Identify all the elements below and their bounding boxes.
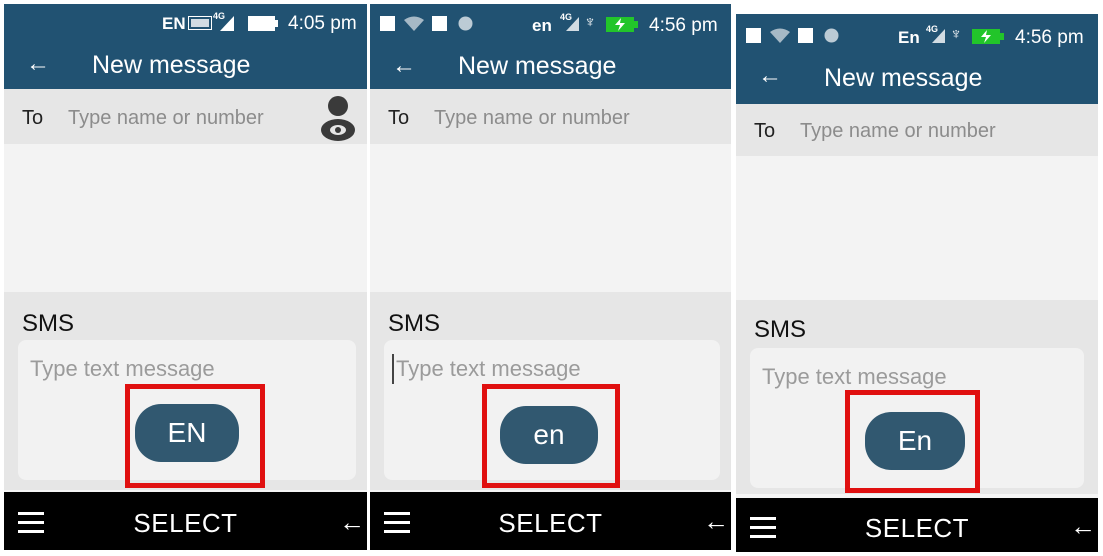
app-bar: ← New message <box>4 42 367 89</box>
message-placeholder: Type text message <box>396 356 581 381</box>
recipient-row[interactable]: To Type name or number <box>736 104 1098 156</box>
battery-icon <box>248 16 278 31</box>
phone-screen-2: en 4G ♆ 4:56 pm ← New message To Type na… <box>370 4 731 550</box>
usb-icon: ♆ <box>584 14 596 31</box>
recipients-area <box>4 144 367 292</box>
contact-picker-icon[interactable] <box>319 94 357 142</box>
usb-icon: ♆ <box>950 26 962 43</box>
notification-icon <box>432 16 447 31</box>
recipient-label: To <box>754 120 776 142</box>
notification-icon <box>746 28 761 43</box>
recipients-area <box>736 156 1098 300</box>
recipient-row[interactable]: To Type name or number <box>4 89 367 144</box>
recipient-label: To <box>22 107 44 129</box>
status-language: EN <box>162 14 186 33</box>
notification-icon <box>380 16 395 31</box>
recipient-label: To <box>388 107 410 129</box>
battery-charging-icon <box>972 29 1004 44</box>
battery-charging-icon <box>606 17 638 32</box>
back-arrow-icon[interactable]: ← <box>758 64 782 88</box>
sync-icon <box>824 28 839 43</box>
status-language: en <box>532 16 552 35</box>
status-language: En <box>898 28 920 47</box>
sms-label: SMS <box>388 310 441 337</box>
select-softkey[interactable]: SELECT <box>370 508 731 539</box>
recipient-input[interactable]: Type name or number <box>800 120 996 143</box>
page-title: New message <box>824 64 983 92</box>
status-bar: En 4G ♆ 4:56 pm <box>736 14 1098 54</box>
softkey-bar: SELECT ← <box>370 492 731 550</box>
signal-icon <box>566 17 579 31</box>
notification-icon <box>798 28 813 43</box>
back-arrow-icon[interactable]: ← <box>26 52 50 76</box>
page-title: New message <box>458 52 617 80</box>
wifi-icon <box>404 16 424 31</box>
wifi-icon <box>770 28 790 43</box>
text-cursor <box>392 354 394 384</box>
status-time: 4:56 pm <box>1015 27 1084 48</box>
recipients-area <box>370 144 731 292</box>
sms-label: SMS <box>22 310 75 337</box>
select-softkey[interactable]: SELECT <box>736 513 1098 544</box>
input-mode-indicator: en <box>500 406 598 464</box>
input-mode-indicator: En <box>865 412 965 470</box>
status-bar: EN 4G 4:05 pm <box>4 4 367 42</box>
softkey-bar: SELECT ← <box>4 492 367 550</box>
back-arrow-icon[interactable]: ← <box>392 54 416 78</box>
recipient-row[interactable]: To Type name or number <box>370 89 731 144</box>
sms-label: SMS <box>754 316 807 343</box>
signal-icon <box>220 16 234 31</box>
recipient-input[interactable]: Type name or number <box>434 107 630 130</box>
message-placeholder: Type text message <box>762 364 947 389</box>
recipient-input[interactable]: Type name or number <box>68 107 264 130</box>
select-softkey[interactable]: SELECT <box>4 508 367 539</box>
volte-icon <box>188 16 212 30</box>
softkey-bar: SELECT ← <box>736 498 1098 552</box>
message-placeholder: Type text message <box>30 356 215 381</box>
sync-icon <box>458 16 473 31</box>
app-bar: ← New message <box>370 44 731 89</box>
page-title: New message <box>92 51 251 79</box>
back-softkey-icon[interactable]: ← <box>703 506 729 537</box>
status-bar: en 4G ♆ 4:56 pm <box>370 4 731 44</box>
phone-screen-1: EN 4G 4:05 pm ← New message To Type name… <box>4 4 367 550</box>
input-mode-indicator: EN <box>135 404 239 462</box>
back-softkey-icon[interactable]: ← <box>1070 511 1096 542</box>
back-softkey-icon[interactable]: ← <box>339 507 365 538</box>
status-time: 4:05 pm <box>288 13 357 34</box>
signal-icon <box>932 29 945 43</box>
app-bar: ← New message <box>736 54 1098 104</box>
status-time: 4:56 pm <box>649 15 718 36</box>
phone-screen-3: En 4G ♆ 4:56 pm ← New message To Type na… <box>736 14 1098 552</box>
